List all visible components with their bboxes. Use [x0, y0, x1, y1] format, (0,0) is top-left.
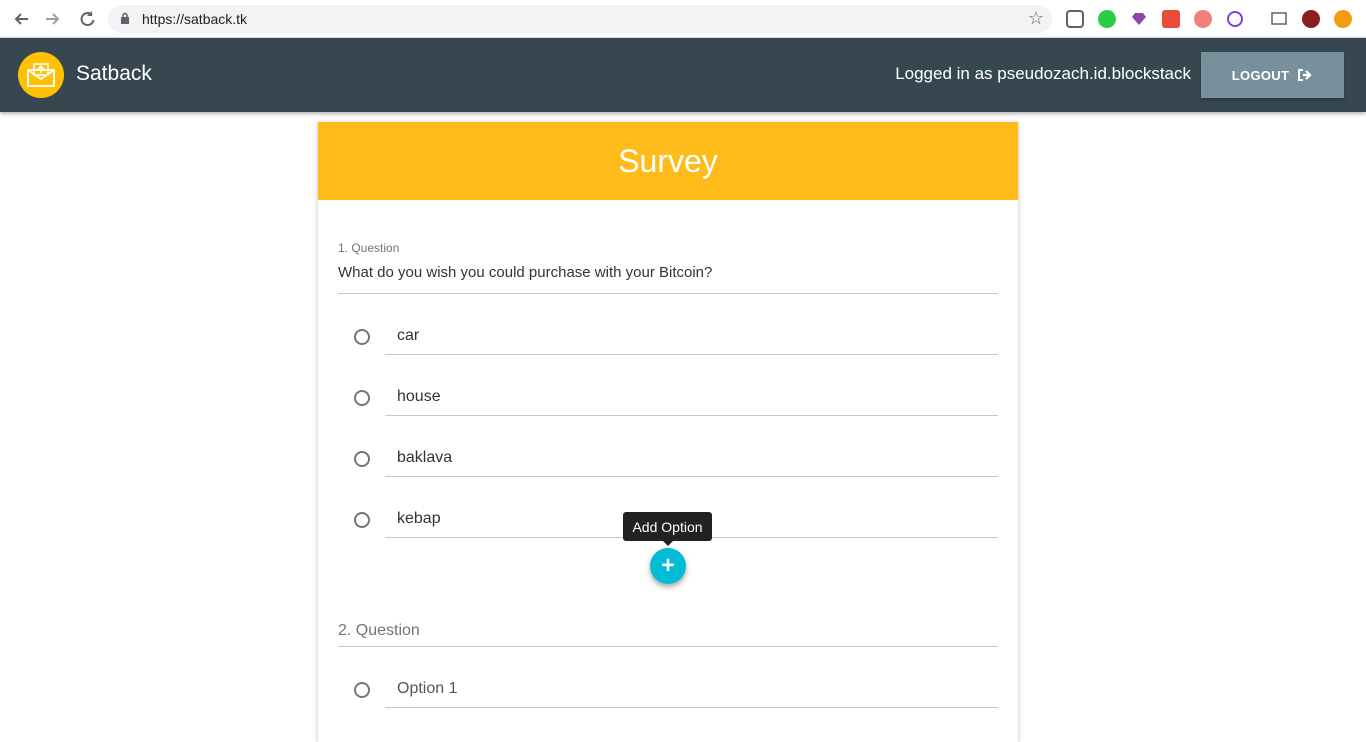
cast-icon[interactable] [1270, 10, 1288, 28]
option-radio[interactable] [354, 682, 370, 698]
option-radio[interactable] [354, 451, 370, 467]
extension-red-icon[interactable] [1162, 10, 1180, 28]
option-radio[interactable] [354, 329, 370, 345]
question-1-underline [338, 293, 998, 294]
question-2-input[interactable]: 2. Question [338, 622, 420, 640]
option-underline [385, 415, 998, 416]
pocket-icon[interactable] [1066, 10, 1084, 28]
option-input[interactable]: car [397, 327, 419, 345]
app-header: Satback Logged in as pseudozach.id.block… [0, 38, 1366, 112]
option-input[interactable]: baklava [397, 449, 452, 467]
logout-button[interactable]: LOGOUT [1201, 52, 1344, 98]
question-1-label: 1. Question [338, 241, 400, 255]
browser-toolbar: https://satback.tk ☆ [0, 0, 1366, 38]
add-option-tooltip: Add Option [623, 512, 712, 546]
sign-out-icon [1298, 69, 1312, 81]
logged-in-status: Logged in as pseudozach.id.blockstack [895, 64, 1191, 83]
option-underline [385, 476, 998, 477]
question-1-input[interactable]: What do you wish you could purchase with… [338, 264, 712, 281]
profile-avatar-icon[interactable] [1302, 10, 1320, 28]
survey-title: Survey [618, 142, 718, 179]
plus-icon: + [660, 552, 675, 579]
option-underline [385, 707, 998, 708]
lock-icon [121, 12, 129, 24]
back-icon[interactable] [10, 8, 32, 30]
diamond-icon[interactable] [1130, 10, 1148, 28]
envelope-logo-icon[interactable] [18, 52, 64, 98]
app-name[interactable]: Satback [76, 62, 152, 86]
reload-icon[interactable] [76, 8, 98, 30]
add-option-button[interactable]: + [650, 548, 686, 584]
forward-icon[interactable] [42, 8, 64, 30]
address-bar[interactable]: https://satback.tk ☆ [108, 5, 1052, 33]
survey-card: Survey 1. Question What do you wish you … [318, 122, 1018, 742]
extension-pink-icon[interactable] [1194, 10, 1212, 28]
bookmark-star-icon[interactable]: ☆ [1028, 8, 1044, 29]
option-radio[interactable] [354, 390, 370, 406]
survey-header: Survey [318, 122, 1018, 200]
extension-orange-icon[interactable] [1334, 10, 1352, 28]
extension-green-icon[interactable] [1098, 10, 1116, 28]
option-input[interactable]: Option 1 [397, 680, 457, 698]
question-2-underline [338, 646, 998, 647]
option-input[interactable]: house [397, 388, 441, 406]
option-underline [385, 354, 998, 355]
option-radio[interactable] [354, 512, 370, 528]
github-icon[interactable] [1226, 10, 1244, 28]
option-input[interactable]: kebap [397, 510, 441, 528]
url-text: https://satback.tk [142, 11, 248, 27]
logout-label: LOGOUT [1231, 67, 1290, 83]
